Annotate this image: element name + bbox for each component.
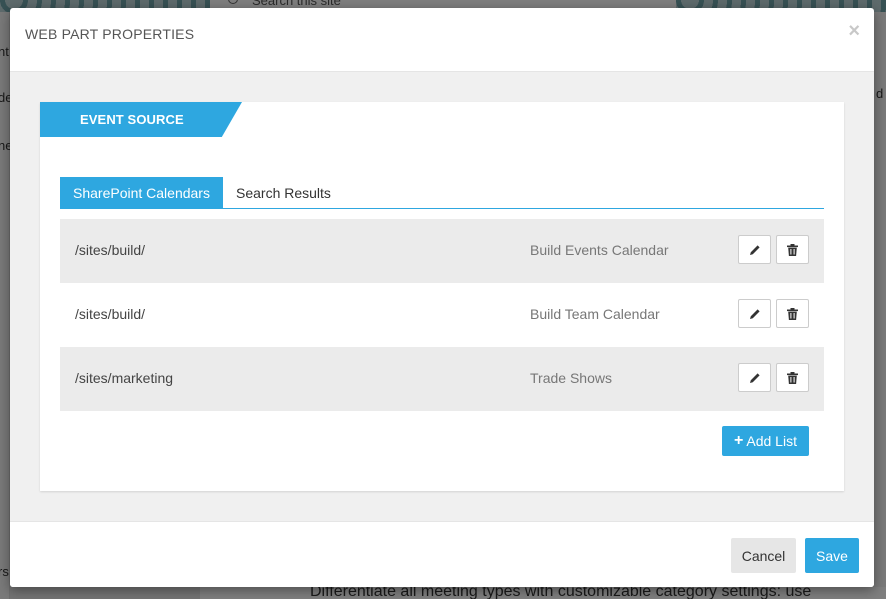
modal-title: WEB PART PROPERTIES: [25, 26, 195, 42]
pencil-icon: [749, 244, 760, 255]
trash-icon: [787, 371, 798, 384]
web-part-properties-dialog: WEB PART PROPERTIES × EVENT SOURCE Share…: [10, 8, 874, 587]
pencil-icon: [749, 308, 760, 319]
tab-search-results[interactable]: Search Results: [223, 177, 344, 208]
save-button[interactable]: Save: [805, 538, 859, 573]
edit-button[interactable]: [738, 235, 771, 264]
trash-icon: [787, 243, 798, 256]
delete-button[interactable]: [776, 235, 809, 264]
tab-sharepoint-calendars[interactable]: SharePoint Calendars: [60, 177, 223, 208]
edit-button[interactable]: [738, 299, 771, 328]
add-list-button[interactable]: + Add List: [722, 426, 809, 456]
calendar-title: Build Events Calendar: [530, 242, 669, 258]
close-icon[interactable]: ×: [848, 21, 860, 41]
modal-header: WEB PART PROPERTIES ×: [10, 8, 874, 72]
edit-button[interactable]: [738, 363, 771, 392]
calendar-list: /sites/build/ Build Events Calendar /sit…: [60, 219, 824, 411]
calendar-title: Trade Shows: [530, 370, 612, 386]
plus-icon: +: [734, 432, 744, 449]
delete-button[interactable]: [776, 363, 809, 392]
panel-heading-label: EVENT SOURCE: [80, 112, 184, 127]
source-tabs: SharePoint Calendars Search Results: [60, 177, 824, 209]
list-item: /sites/marketing Trade Shows: [60, 347, 824, 411]
panel-heading: EVENT SOURCE: [40, 102, 242, 137]
calendar-site-path: /sites/marketing: [75, 370, 174, 386]
add-list-label: Add List: [746, 433, 797, 449]
list-item: /sites/build/ Build Events Calendar: [60, 219, 824, 283]
modal-body: EVENT SOURCE SharePoint Calendars Search…: [10, 72, 874, 521]
cancel-button[interactable]: Cancel: [731, 538, 796, 573]
trash-icon: [787, 307, 798, 320]
modal-footer: Cancel Save: [10, 521, 874, 587]
pencil-icon: [749, 372, 760, 383]
delete-button[interactable]: [776, 299, 809, 328]
list-item: /sites/build/ Build Team Calendar: [60, 283, 824, 347]
calendar-site-path: /sites/build/: [75, 242, 146, 258]
event-source-panel: EVENT SOURCE SharePoint Calendars Search…: [40, 102, 844, 491]
calendar-title: Build Team Calendar: [530, 306, 660, 322]
calendar-site-path: /sites/build/: [75, 306, 146, 322]
